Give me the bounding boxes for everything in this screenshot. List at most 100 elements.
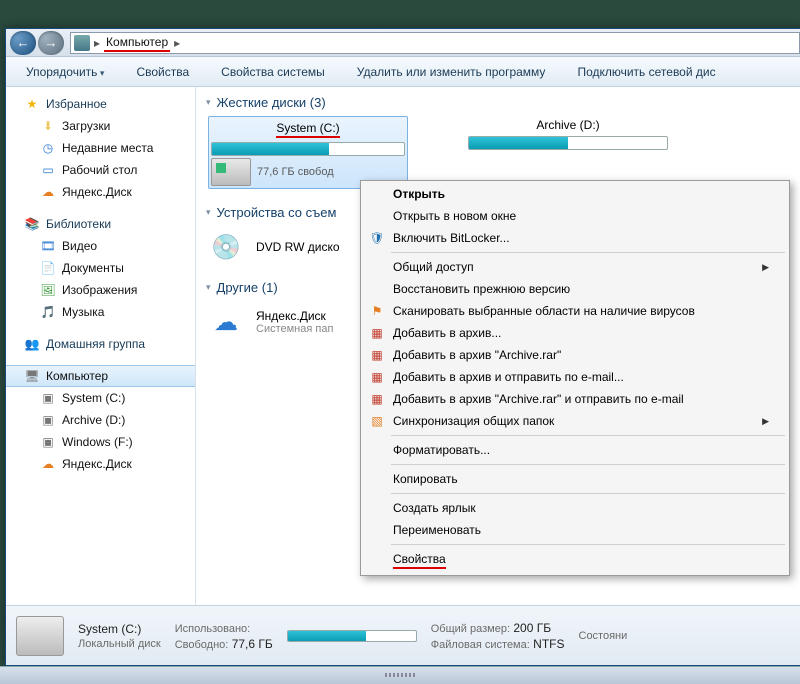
ctx-scan-virus[interactable]: ⚑Сканировать выбранные области на наличи… [363,300,787,322]
sidebar-item-recent[interactable]: ◷Недавние места [6,137,195,159]
archive-icon: ▦ [369,391,385,407]
sidebar-item-drive-d[interactable]: ▣Archive (D:) [6,409,195,431]
sidebar-item-pictures[interactable]: 🖼Изображения [6,279,195,301]
drive-d[interactable]: Archive (D:) [468,116,668,189]
ctx-copy[interactable]: Копировать [363,468,787,490]
taskbar[interactable] [0,666,800,684]
breadcrumb-computer[interactable]: Компьютер [104,33,170,52]
dvd-icon: 💿 [206,230,246,264]
homegroup-header[interactable]: 👥Домашняя группа [6,333,195,355]
properties-button[interactable]: Свойства [122,61,203,83]
ctx-archive-email-named[interactable]: ▦Добавить в архив "Archive.rar" и отправ… [363,388,787,410]
status-title: System (C:) [78,622,161,636]
sidebar-item-music[interactable]: 🎵Музыка [6,301,195,323]
status-subtitle: Локальный диск [78,638,161,650]
forward-button[interactable]: → [38,31,64,55]
status-usage-bar [287,630,417,642]
details-pane: System (C:) Локальный диск Использовано:… [6,605,800,665]
ctx-bitlocker[interactable]: 🛡Включить BitLocker... [363,227,787,249]
submenu-arrow-icon: ▶ [762,262,769,273]
system-properties-button[interactable]: Свойства системы [207,61,339,83]
homegroup-icon: 👥 [24,336,40,352]
separator [391,435,785,436]
sync-icon: ▧ [369,413,385,429]
status-state: Состояни [579,630,628,642]
desktop-icon: ▭ [40,162,56,178]
breadcrumb-sep-icon: ▸ [94,36,100,50]
downloads-icon: ⬇ [40,118,56,134]
dvd-label: DVD RW диско [256,240,340,254]
ctx-open-new-window[interactable]: Открыть в новом окне [363,205,787,227]
sidebar-item-yandexdisk[interactable]: ☁Яндекс.Диск [6,181,195,203]
yadisk-sub: Системная пап [256,323,333,335]
favorites-header[interactable]: ★Избранное [6,93,195,115]
separator [391,252,785,253]
drive-c-free: 77,6 ГБ свобод [257,166,334,178]
cloud-icon: ☁ [40,456,56,472]
uninstall-button[interactable]: Удалить или изменить программу [343,61,560,83]
sidebar-item-downloads[interactable]: ⬇Загрузки [6,115,195,137]
pictures-icon: 🖼 [40,282,56,298]
drive-d-label: Archive (D:) [468,116,668,134]
nav-bar: ← → ▸ Компьютер ▸ [6,29,800,57]
computer-icon [74,35,90,51]
grip-icon [385,673,415,677]
address-bar[interactable]: ▸ Компьютер ▸ [70,32,800,54]
drive-c-usage-bar [211,142,405,156]
sidebar-item-drive-f[interactable]: ▣Windows (F:) [6,431,195,453]
computer-icon: 🖥 [24,368,40,384]
sidebar-item-drive-c[interactable]: ▣System (C:) [6,387,195,409]
cloud-icon: ☁ [206,305,246,339]
nav-pane: ★Избранное ⬇Загрузки ◷Недавние места ▭Ра… [6,87,196,605]
sidebar-item-desktop[interactable]: ▭Рабочий стол [6,159,195,181]
sidebar-item-computer[interactable]: 🖥Компьютер [6,365,195,387]
drive-icon: ▣ [40,434,56,450]
context-menu: Открыть Открыть в новом окне 🛡Включить B… [360,180,790,576]
recent-icon: ◷ [40,140,56,156]
ctx-format[interactable]: Форматировать... [363,439,787,461]
ctx-archive-email[interactable]: ▦Добавить в архив и отправить по e-mail.… [363,366,787,388]
libraries-header[interactable]: 📚Библиотеки [6,213,195,235]
video-icon: 🎞 [40,238,56,254]
star-icon: ★ [24,96,40,112]
ctx-rename[interactable]: Переименовать [363,519,787,541]
drive-icon: ▣ [40,390,56,406]
organize-menu[interactable]: Упорядочить [12,61,118,83]
documents-icon: 📄 [40,260,56,276]
antivirus-icon: ⚑ [369,303,385,319]
ctx-add-archive-named[interactable]: ▦Добавить в архив "Archive.rar" [363,344,787,366]
breadcrumb-sep-icon: ▸ [174,36,180,50]
shield-icon: 🛡 [369,230,385,246]
hdd-icon [16,616,64,656]
ctx-open[interactable]: Открыть [363,183,787,205]
back-button[interactable]: ← [10,31,36,55]
submenu-arrow-icon: ▶ [762,416,769,427]
drive-c-label: System (C:) [276,121,339,138]
section-hdd[interactable]: Жесткие диски (3) [204,91,796,116]
archive-icon: ▦ [369,369,385,385]
map-network-button[interactable]: Подключить сетевой дис [563,61,729,83]
hdd-icon [211,158,251,186]
yadisk-name: Яндекс.Диск [256,309,333,323]
separator [391,544,785,545]
sidebar-item-videos[interactable]: 🎞Видео [6,235,195,257]
command-bar: Упорядочить Свойства Свойства системы Уд… [6,57,800,87]
drive-d-usage-bar [468,136,668,150]
ctx-sync-shared[interactable]: ▧Синхронизация общих папок▶ [363,410,787,432]
music-icon: 🎵 [40,304,56,320]
separator [391,464,785,465]
ctx-restore-version[interactable]: Восстановить прежнюю версию [363,278,787,300]
archive-icon: ▦ [369,347,385,363]
cloud-icon: ☁ [40,184,56,200]
library-icon: 📚 [24,216,40,232]
ctx-share[interactable]: Общий доступ▶ [363,256,787,278]
ctx-create-shortcut[interactable]: Создать ярлык [363,497,787,519]
drive-icon: ▣ [40,412,56,428]
ctx-properties[interactable]: Свойства [363,548,787,573]
ctx-add-archive[interactable]: ▦Добавить в архив... [363,322,787,344]
drive-c[interactable]: System (C:) 77,6 ГБ свобод [208,116,408,189]
archive-icon: ▦ [369,325,385,341]
sidebar-item-yadisk-drive[interactable]: ☁Яндекс.Диск [6,453,195,475]
sidebar-item-documents[interactable]: 📄Документы [6,257,195,279]
separator [391,493,785,494]
